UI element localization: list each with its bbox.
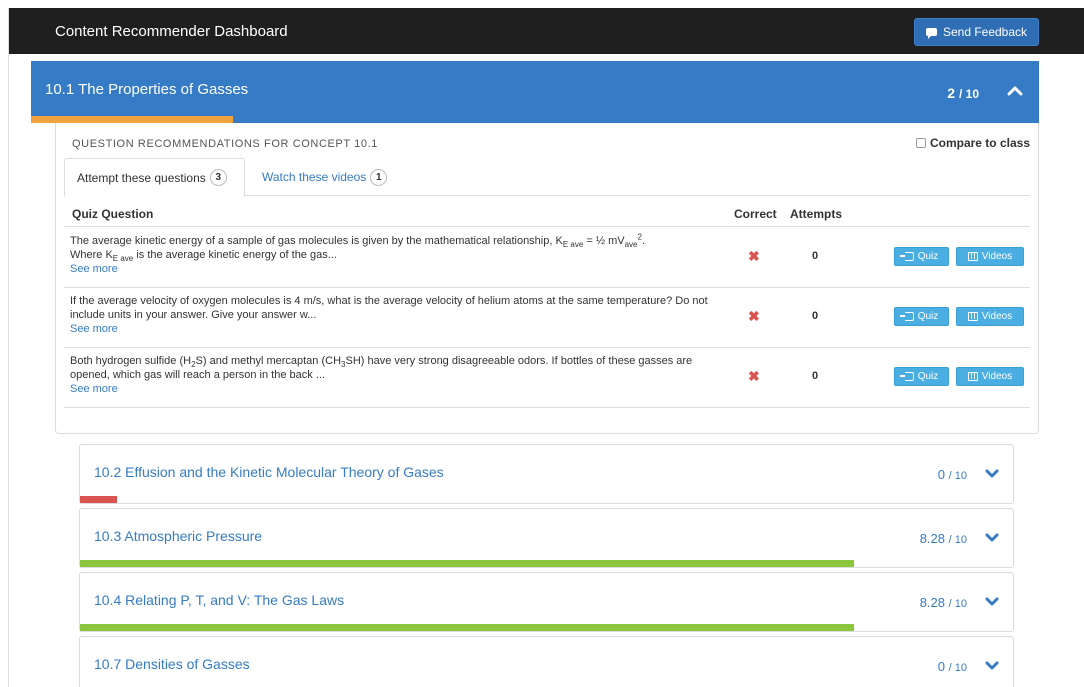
score-total: / 10 xyxy=(948,534,967,546)
column-header-attempts: Attempts xyxy=(790,207,843,221)
compare-to-class-checkbox[interactable]: Compare to class xyxy=(915,136,1030,150)
recommendation-tabs: Attempt these questions 3 Watch these vi… xyxy=(64,158,1030,197)
tab-attempt-questions[interactable]: Attempt these questions 3 xyxy=(64,158,245,197)
concept-card-10-3[interactable]: 10.3 Atmospheric Pressure 8.28 / 10 xyxy=(79,508,1014,568)
question-text-part: = ½ mV xyxy=(583,235,625,247)
concept-progress-bar xyxy=(31,116,233,123)
film-icon xyxy=(967,252,978,261)
question-text: The average kinetic energy of a sample o… xyxy=(70,233,725,276)
login-icon xyxy=(899,372,914,381)
concept-title: 10.2 Effusion and the Kinetic Molecular … xyxy=(94,464,444,480)
videos-button[interactable]: Videos xyxy=(956,367,1024,386)
quiz-button[interactable]: Quiz xyxy=(894,307,949,326)
quiz-label: Quiz xyxy=(917,311,939,322)
concept-card-10-4[interactable]: 10.4 Relating P, T, and V: The Gas Laws … xyxy=(79,572,1014,632)
login-icon xyxy=(899,252,914,261)
table-row: The average kinetic energy of a sample o… xyxy=(64,228,1030,288)
concept-card-10-2[interactable]: 10.2 Effusion and the Kinetic Molecular … xyxy=(79,444,1014,504)
score-total: / 10 xyxy=(948,470,967,482)
concept-score: 2 / 10 xyxy=(947,85,979,101)
chat-icon xyxy=(925,28,937,39)
film-icon xyxy=(967,312,978,321)
concept-score: 8.28 / 10 xyxy=(920,595,967,610)
subscript: ave xyxy=(624,240,638,250)
app-title: Content Recommender Dashboard xyxy=(55,23,288,40)
videos-label: Videos xyxy=(981,251,1013,262)
chevron-up-icon[interactable] xyxy=(1007,83,1023,99)
quiz-label: Quiz xyxy=(917,371,939,382)
tab-watch-videos[interactable]: Watch these videos 1 xyxy=(250,158,399,196)
concept-progress-bar xyxy=(80,496,118,503)
concept-header-10-1[interactable]: 10.1 The Properties of Gasses 2 / 10 xyxy=(31,61,1039,123)
question-text-part: If the average velocity of oxygen molecu… xyxy=(70,295,708,321)
chevron-down-icon[interactable] xyxy=(985,531,999,545)
question-text: If the average velocity of oxygen molecu… xyxy=(70,294,725,336)
login-icon xyxy=(899,312,914,321)
table-row: If the average velocity of oxygen molecu… xyxy=(64,288,1030,348)
see-more-link[interactable]: See more xyxy=(70,262,725,276)
quiz-label: Quiz xyxy=(917,251,939,262)
question-text-part: Where K xyxy=(70,249,113,261)
see-more-link[interactable]: See more xyxy=(70,322,725,336)
recommendations-panel: QUESTION RECOMMENDATIONS FOR CONCEPT 10.… xyxy=(55,123,1039,434)
videos-label: Videos xyxy=(981,311,1013,322)
score-total: / 10 xyxy=(948,662,967,674)
see-more-link[interactable]: See more xyxy=(70,382,725,396)
score-value: 8.28 xyxy=(919,531,946,546)
question-text: Both hydrogen sulfide (H2S) and methyl m… xyxy=(70,354,725,396)
question-text-part: Both hydrogen sulfide (H xyxy=(70,355,192,367)
table-header: Quiz Question Correct Attempts xyxy=(64,203,1030,227)
score-total: / 10 xyxy=(948,598,967,610)
incorrect-icon: ✖ xyxy=(748,308,760,324)
score-value: 8.28 xyxy=(919,595,946,610)
concept-title: 10.1 The Properties of Gasses xyxy=(45,81,249,98)
quiz-button[interactable]: Quiz xyxy=(894,367,949,386)
concept-title: 10.3 Atmospheric Pressure xyxy=(94,528,263,544)
attempts-count: 0 xyxy=(812,370,819,382)
question-text-part: . xyxy=(641,235,645,247)
concept-progress-bar xyxy=(80,624,855,631)
chevron-down-icon[interactable] xyxy=(985,659,999,673)
question-text-part: The average kinetic energy of a sample o… xyxy=(70,235,563,247)
question-text-part: is the average kinetic energy of the gas… xyxy=(133,249,337,261)
concept-title: 10.4 Relating P, T, and V: The Gas Laws xyxy=(94,592,345,608)
attempts-count: 0 xyxy=(812,310,819,322)
incorrect-icon: ✖ xyxy=(748,248,760,264)
score-value: 2 xyxy=(947,85,956,101)
score-value: 0 xyxy=(937,659,946,674)
chevron-down-icon[interactable] xyxy=(985,467,999,481)
concept-card-10-7[interactable]: 10.7 Densities of Gasses 0 / 10 xyxy=(79,636,1014,687)
videos-button[interactable]: Videos xyxy=(956,247,1024,266)
table-row: Both hydrogen sulfide (H2S) and methyl m… xyxy=(64,348,1030,408)
top-bar: Content Recommender Dashboard Send Feedb… xyxy=(9,8,1084,54)
column-header-correct: Correct xyxy=(734,207,777,221)
concept-score: 0 / 10 xyxy=(938,659,967,674)
question-text-part: S) and methyl mercaptan (CH xyxy=(195,355,342,367)
chevron-down-icon[interactable] xyxy=(985,595,999,609)
count-badge: 3 xyxy=(209,169,227,186)
panel-heading: QUESTION RECOMMENDATIONS FOR CONCEPT 10.… xyxy=(72,138,378,150)
column-header-question: Quiz Question xyxy=(72,207,154,221)
compare-label: Compare to class xyxy=(929,136,1030,150)
dashboard-frame: Content Recommender Dashboard Send Feedb… xyxy=(8,8,1084,687)
count-badge: 1 xyxy=(370,168,388,186)
film-icon xyxy=(967,372,978,381)
send-feedback-button[interactable]: Send Feedback xyxy=(914,18,1039,46)
videos-button[interactable]: Videos xyxy=(956,307,1024,326)
subscript: E ave xyxy=(562,240,584,250)
quiz-button[interactable]: Quiz xyxy=(894,247,949,266)
concept-progress-bar xyxy=(80,560,855,567)
tab-label: Watch these videos xyxy=(262,170,367,184)
concept-title: 10.7 Densities of Gasses xyxy=(94,656,250,672)
concept-score: 8.28 / 10 xyxy=(920,531,967,546)
score-value: 0 xyxy=(937,467,946,482)
send-feedback-label: Send Feedback xyxy=(942,25,1028,39)
concept-score: 0 / 10 xyxy=(938,467,967,482)
incorrect-icon: ✖ xyxy=(748,368,760,384)
score-total: / 10 xyxy=(958,87,979,101)
videos-label: Videos xyxy=(981,371,1013,382)
tab-label: Attempt these questions xyxy=(77,170,206,185)
checkbox-box[interactable] xyxy=(915,138,926,148)
attempts-count: 0 xyxy=(812,250,819,262)
